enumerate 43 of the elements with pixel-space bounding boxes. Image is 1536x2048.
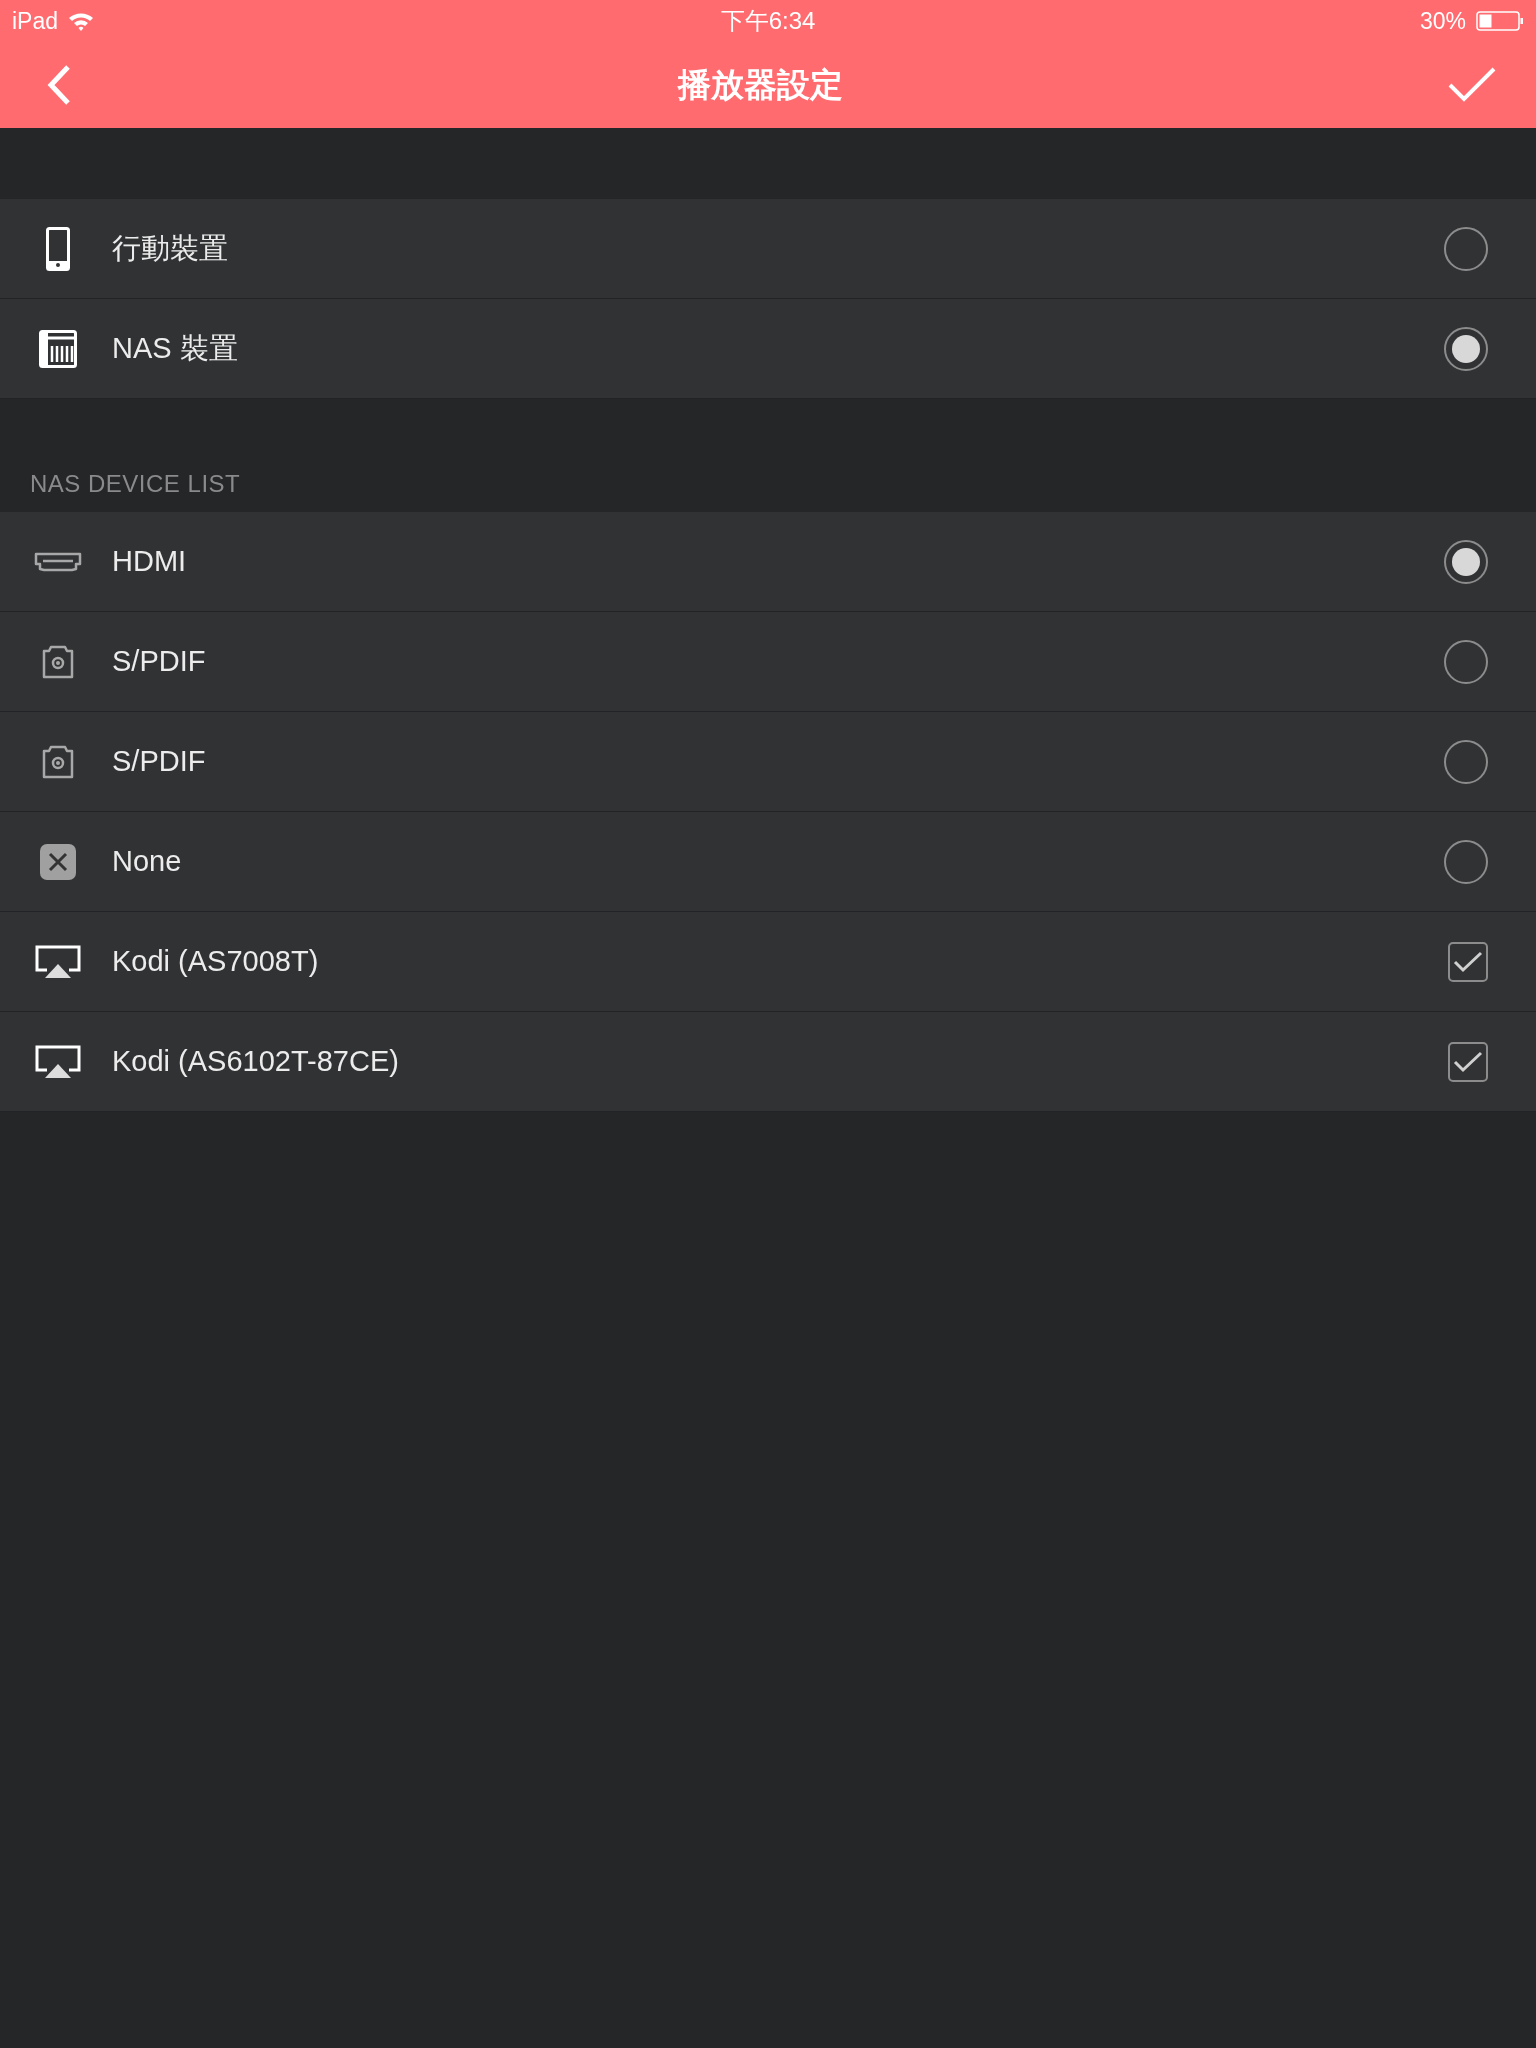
section-header: NAS DEVICE LIST [30, 470, 241, 498]
phone-icon [46, 226, 70, 271]
row-label: HDMI [112, 545, 188, 578]
row-label: S/PDIF [112, 745, 207, 778]
back-button[interactable] [46, 64, 72, 106]
nas-drive-icon [39, 329, 77, 368]
list-row[interactable]: S/PDIF [0, 612, 1536, 712]
list-row[interactable]: 行動裝置 [0, 199, 1536, 299]
radio-button[interactable] [1444, 539, 1488, 584]
row-label: Kodi (AS7008T) [112, 945, 320, 978]
optical-port-icon [42, 644, 74, 679]
page-title: 播放器設定 [677, 64, 843, 105]
radio-button[interactable] [1444, 639, 1488, 684]
radio-button[interactable] [1444, 326, 1488, 371]
list-row[interactable]: Kodi (AS7008T) [0, 912, 1536, 1012]
list-row[interactable]: Kodi (AS6102T-87CE) [0, 1012, 1536, 1112]
list-row[interactable]: NAS 裝置 [0, 299, 1536, 399]
battery-icon [1476, 11, 1524, 31]
check-icon [1453, 1049, 1483, 1074]
radio-button[interactable] [1444, 739, 1488, 784]
list-row[interactable]: None [0, 812, 1536, 912]
list-row[interactable]: HDMI [0, 512, 1536, 612]
close-icon [40, 843, 76, 880]
device-name: iPad [12, 7, 59, 35]
clock: 下午6:34 [720, 6, 816, 36]
airplay-icon [35, 1044, 81, 1079]
row-label: NAS 裝置 [112, 330, 239, 366]
wifi-icon [68, 11, 95, 31]
check-icon [1453, 949, 1483, 974]
list-row[interactable]: S/PDIF [0, 712, 1536, 812]
checkbox[interactable] [1448, 1041, 1488, 1082]
row-label: Kodi (AS6102T-87CE) [112, 1045, 400, 1078]
radio-button[interactable] [1444, 839, 1488, 884]
battery-percent: 30% [1419, 7, 1466, 35]
row-label: None [112, 845, 183, 878]
radio-button[interactable] [1444, 226, 1488, 271]
row-label: S/PDIF [112, 645, 207, 678]
checkbox[interactable] [1448, 941, 1488, 982]
row-label: 行動裝置 [112, 230, 229, 266]
optical-port-icon [42, 744, 74, 779]
hdmi-port-icon [34, 551, 82, 572]
done-button[interactable] [1448, 67, 1496, 103]
airplay-icon [35, 944, 81, 979]
